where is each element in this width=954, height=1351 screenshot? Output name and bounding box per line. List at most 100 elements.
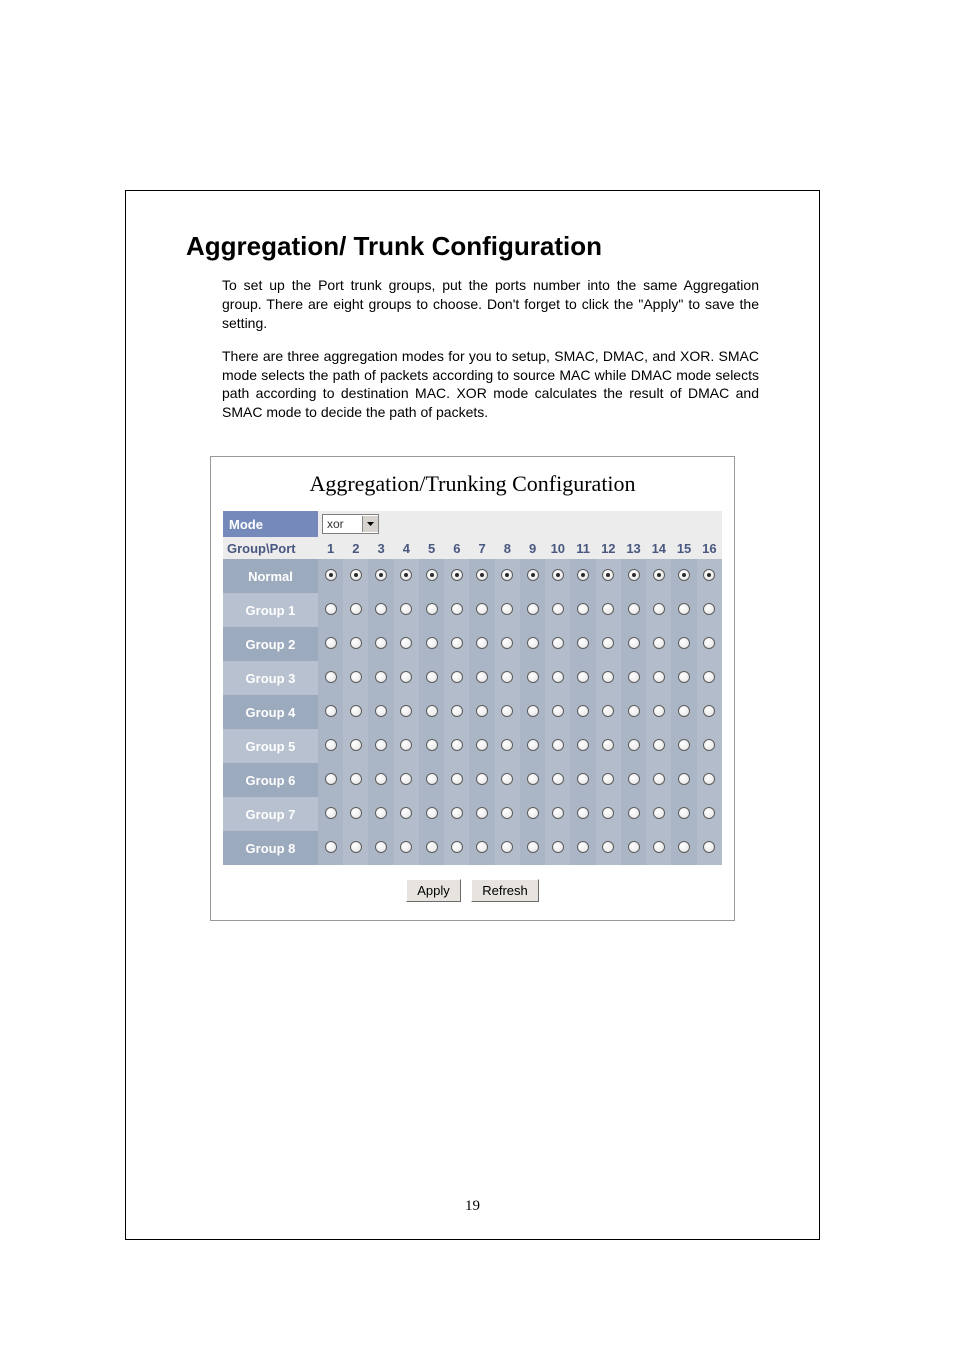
- radio-button[interactable]: [577, 637, 589, 649]
- radio-button[interactable]: [400, 671, 412, 683]
- radio-button[interactable]: [703, 569, 715, 581]
- radio-button[interactable]: [426, 841, 438, 853]
- radio-button[interactable]: [527, 739, 539, 751]
- radio-button[interactable]: [552, 739, 564, 751]
- radio-button[interactable]: [451, 739, 463, 751]
- radio-button[interactable]: [577, 807, 589, 819]
- radio-button[interactable]: [476, 569, 488, 581]
- radio-button[interactable]: [552, 569, 564, 581]
- radio-button[interactable]: [451, 705, 463, 717]
- radio-button[interactable]: [552, 705, 564, 717]
- radio-button[interactable]: [476, 773, 488, 785]
- mode-select[interactable]: xor: [322, 514, 379, 534]
- radio-button[interactable]: [325, 807, 337, 819]
- radio-button[interactable]: [350, 739, 362, 751]
- radio-button[interactable]: [577, 773, 589, 785]
- radio-button[interactable]: [400, 773, 412, 785]
- radio-button[interactable]: [653, 841, 665, 853]
- radio-button[interactable]: [400, 807, 412, 819]
- radio-button[interactable]: [325, 739, 337, 751]
- apply-button[interactable]: Apply: [406, 879, 461, 902]
- radio-button[interactable]: [552, 807, 564, 819]
- radio-button[interactable]: [527, 603, 539, 615]
- radio-button[interactable]: [628, 705, 640, 717]
- radio-button[interactable]: [350, 671, 362, 683]
- radio-button[interactable]: [678, 841, 690, 853]
- radio-button[interactable]: [400, 841, 412, 853]
- radio-button[interactable]: [527, 671, 539, 683]
- radio-button[interactable]: [678, 637, 690, 649]
- radio-button[interactable]: [501, 841, 513, 853]
- radio-button[interactable]: [476, 671, 488, 683]
- radio-button[interactable]: [501, 705, 513, 717]
- radio-button[interactable]: [451, 569, 463, 581]
- radio-button[interactable]: [375, 807, 387, 819]
- radio-button[interactable]: [602, 705, 614, 717]
- radio-button[interactable]: [350, 841, 362, 853]
- radio-button[interactable]: [501, 807, 513, 819]
- radio-button[interactable]: [400, 705, 412, 717]
- radio-button[interactable]: [703, 705, 715, 717]
- radio-button[interactable]: [577, 739, 589, 751]
- radio-button[interactable]: [325, 773, 337, 785]
- radio-button[interactable]: [703, 671, 715, 683]
- radio-button[interactable]: [325, 705, 337, 717]
- radio-button[interactable]: [628, 569, 640, 581]
- radio-button[interactable]: [628, 773, 640, 785]
- radio-button[interactable]: [678, 671, 690, 683]
- radio-button[interactable]: [577, 841, 589, 853]
- radio-button[interactable]: [552, 603, 564, 615]
- radio-button[interactable]: [350, 603, 362, 615]
- radio-button[interactable]: [375, 841, 387, 853]
- radio-button[interactable]: [325, 569, 337, 581]
- radio-button[interactable]: [426, 807, 438, 819]
- radio-button[interactable]: [451, 773, 463, 785]
- radio-button[interactable]: [678, 773, 690, 785]
- radio-button[interactable]: [451, 671, 463, 683]
- radio-button[interactable]: [653, 807, 665, 819]
- radio-button[interactable]: [325, 637, 337, 649]
- radio-button[interactable]: [703, 807, 715, 819]
- radio-button[interactable]: [501, 569, 513, 581]
- radio-button[interactable]: [602, 841, 614, 853]
- radio-button[interactable]: [527, 807, 539, 819]
- radio-button[interactable]: [577, 705, 589, 717]
- radio-button[interactable]: [426, 671, 438, 683]
- radio-button[interactable]: [400, 569, 412, 581]
- radio-button[interactable]: [350, 807, 362, 819]
- radio-button[interactable]: [501, 671, 513, 683]
- radio-button[interactable]: [628, 807, 640, 819]
- radio-button[interactable]: [426, 705, 438, 717]
- radio-button[interactable]: [703, 637, 715, 649]
- radio-button[interactable]: [628, 841, 640, 853]
- radio-button[interactable]: [451, 637, 463, 649]
- radio-button[interactable]: [602, 603, 614, 615]
- radio-button[interactable]: [703, 773, 715, 785]
- radio-button[interactable]: [527, 705, 539, 717]
- radio-button[interactable]: [678, 807, 690, 819]
- radio-button[interactable]: [527, 569, 539, 581]
- radio-button[interactable]: [400, 637, 412, 649]
- radio-button[interactable]: [325, 671, 337, 683]
- radio-button[interactable]: [552, 637, 564, 649]
- radio-button[interactable]: [527, 841, 539, 853]
- refresh-button[interactable]: Refresh: [471, 879, 539, 902]
- radio-button[interactable]: [375, 739, 387, 751]
- radio-button[interactable]: [653, 773, 665, 785]
- radio-button[interactable]: [653, 603, 665, 615]
- radio-button[interactable]: [501, 603, 513, 615]
- radio-button[interactable]: [375, 773, 387, 785]
- radio-button[interactable]: [653, 739, 665, 751]
- radio-button[interactable]: [375, 637, 387, 649]
- radio-button[interactable]: [653, 671, 665, 683]
- radio-button[interactable]: [476, 637, 488, 649]
- radio-button[interactable]: [678, 603, 690, 615]
- radio-button[interactable]: [653, 569, 665, 581]
- radio-button[interactable]: [375, 705, 387, 717]
- radio-button[interactable]: [375, 671, 387, 683]
- radio-button[interactable]: [678, 569, 690, 581]
- radio-button[interactable]: [325, 603, 337, 615]
- radio-button[interactable]: [476, 603, 488, 615]
- radio-button[interactable]: [703, 603, 715, 615]
- radio-button[interactable]: [527, 773, 539, 785]
